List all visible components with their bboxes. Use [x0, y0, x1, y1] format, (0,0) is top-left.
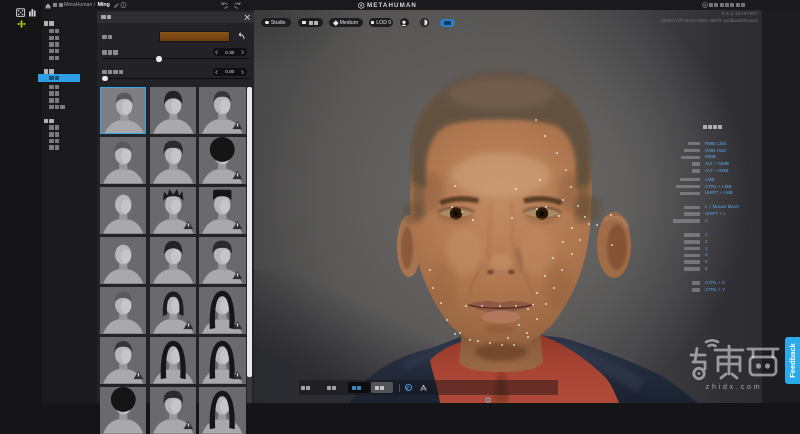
- svg-text:zhidx.com: zhidx.com: [706, 384, 763, 391]
